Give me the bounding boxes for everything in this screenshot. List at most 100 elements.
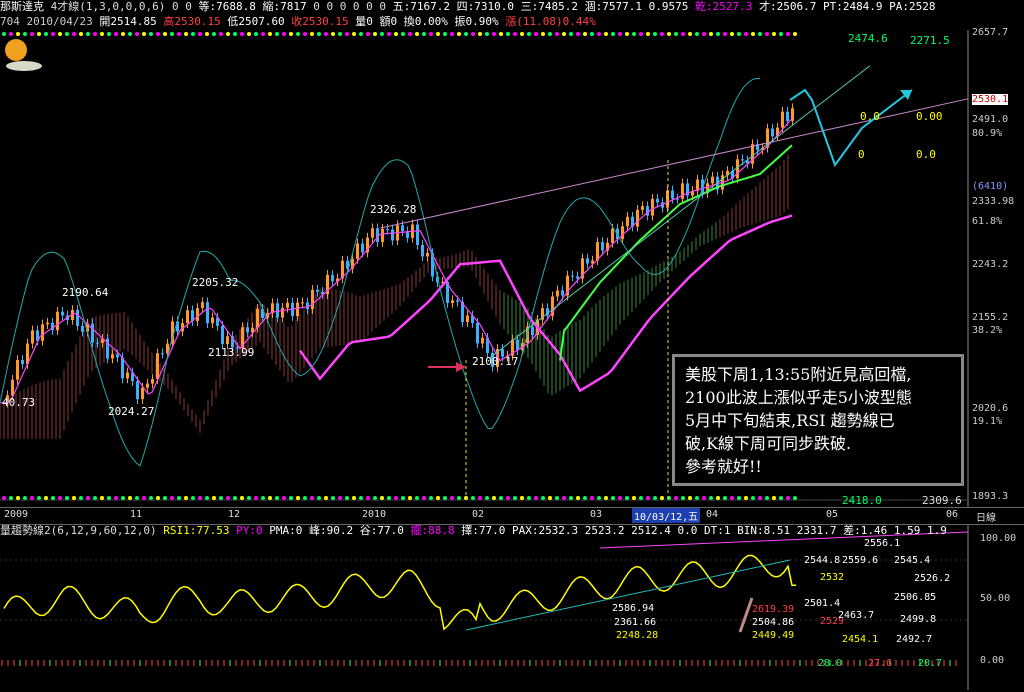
top-bead: [114, 32, 118, 36]
top-bead: [443, 32, 447, 36]
price-label-1: 2205.32: [192, 276, 239, 289]
rsi-y-tick-2: 0.00: [980, 655, 1005, 666]
candle-body: [76, 309, 79, 326]
rsi-header-item-4: 峰:90.2: [302, 524, 354, 537]
rsi-label-17: 2492.7: [896, 634, 933, 645]
bottom-bead: [576, 496, 580, 500]
lower-trendline: [489, 65, 871, 358]
top-bead: [163, 32, 167, 36]
bottom-bead: [338, 496, 342, 500]
bottom-bead: [310, 496, 314, 500]
candle-body: [611, 228, 614, 243]
top-bead: [58, 32, 62, 36]
date-axis: [0, 507, 1024, 525]
top-bead: [303, 32, 307, 36]
bottom-bead: [366, 496, 370, 500]
top-bead: [233, 32, 237, 36]
rsi-header-item-8: PAX:2532.3: [505, 524, 579, 537]
bottom-bead: [317, 496, 321, 500]
bottom-bead: [590, 496, 594, 500]
x-tick-8: 06: [946, 509, 959, 520]
candle-body: [196, 308, 199, 322]
candle-body: [186, 310, 189, 324]
bottom-bead: [751, 496, 755, 500]
bottom-bead: [541, 496, 545, 500]
top-bead: [786, 32, 790, 36]
top-bead: [324, 32, 328, 36]
top-bead: [373, 32, 377, 36]
bottom-bead: [786, 496, 790, 500]
top-bead: [275, 32, 279, 36]
candle-body: [781, 111, 784, 128]
top-bead: [562, 32, 566, 36]
top-bead: [352, 32, 356, 36]
candle-body: [146, 383, 149, 388]
bottom-bead: [191, 496, 195, 500]
bottom-bead: [205, 496, 209, 500]
top-bead: [618, 32, 622, 36]
bottom-bead: [758, 496, 762, 500]
x-axis-period[interactable]: 日線: [976, 509, 996, 524]
bottom-bead: [156, 496, 160, 500]
bottom-bead: [436, 496, 440, 500]
rsi-label-3: 2544.8: [804, 555, 841, 566]
candle-body: [516, 339, 519, 351]
bottom-bead: [149, 496, 153, 500]
candle-body: [451, 300, 454, 304]
bottom-bead: [457, 496, 461, 500]
y-tick-6: 61.8%: [972, 216, 1003, 227]
top-bead: [695, 32, 699, 36]
bottom-bead: [674, 496, 678, 500]
top-bead: [548, 32, 552, 36]
bottom-bead: [779, 496, 783, 500]
top-bead: [401, 32, 405, 36]
y-tick-4: (6410): [972, 181, 1009, 192]
chart-window: 那斯達克 4才線(1,3,0,0,0,6) 0 0 等:7688.8 縮:781…: [0, 0, 1024, 692]
top-bead: [380, 32, 384, 36]
bottom-bead: [737, 496, 741, 500]
bottom-bead: [646, 496, 650, 500]
bottom-bead: [618, 496, 622, 500]
y-tick-2: 2491.0: [972, 114, 1009, 125]
bottom-bead: [408, 496, 412, 500]
bottom-bead: [380, 496, 384, 500]
price-chart[interactable]: [0, 0, 1024, 692]
top-bead: [72, 32, 76, 36]
top-bead: [177, 32, 181, 36]
bottom-bead: [401, 496, 405, 500]
bottom-bead: [695, 496, 699, 500]
bottom-bead: [520, 496, 524, 500]
bottom-bead: [471, 496, 475, 500]
candle-body: [356, 243, 359, 259]
top-bead: [394, 32, 398, 36]
candle-body: [381, 228, 384, 243]
bottom-bead: [177, 496, 181, 500]
bottom-bead: [275, 496, 279, 500]
top-bead: [429, 32, 433, 36]
top-bead: [471, 32, 475, 36]
candle-body: [96, 342, 99, 344]
bottom-bead: [324, 496, 328, 500]
bottom-bead: [450, 496, 454, 500]
top-bead: [436, 32, 440, 36]
x-tick-4: 02: [472, 509, 485, 520]
annotation-box: 美股下周1,13:55附近見高回檔, 2100此波上漲似乎走5小波型態 5月中下旬結…: [672, 354, 964, 486]
candle-body: [666, 190, 669, 208]
top-bead: [2, 32, 6, 36]
candle-body: [61, 311, 64, 316]
bottom-bead: [681, 496, 685, 500]
x-tick-7: 05: [826, 509, 839, 520]
bottom-bead: [716, 496, 720, 500]
top-bead: [415, 32, 419, 36]
top-bead: [758, 32, 762, 36]
top-bead: [667, 32, 671, 36]
candle-body: [456, 300, 459, 302]
rsi-line: [3, 554, 796, 631]
top-bead: [597, 32, 601, 36]
bottom-bead: [282, 496, 286, 500]
bottom-bead: [688, 496, 692, 500]
top-bead: [44, 32, 48, 36]
annotation-line-4: 參考就好!!: [685, 457, 762, 476]
rsi-header-item-1: RSI1:77.53: [156, 524, 230, 537]
bottom-bead: [100, 496, 104, 500]
